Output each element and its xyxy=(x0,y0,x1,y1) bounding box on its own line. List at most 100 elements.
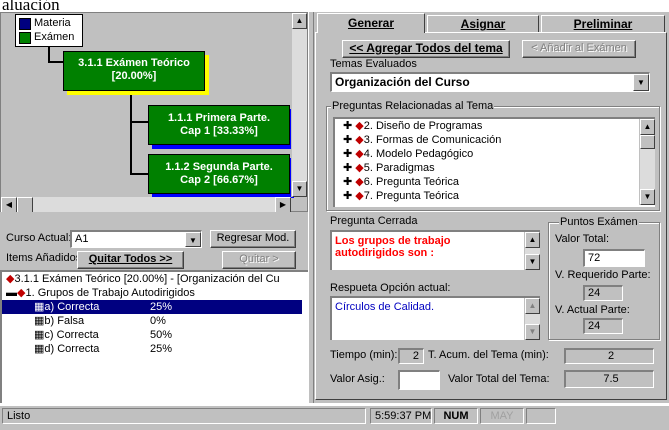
respuesta-vscrollbar[interactable]: ▲ ▼ xyxy=(524,298,540,340)
valor-total-field[interactable]: 72 xyxy=(583,249,645,267)
answer-icon: ▦ xyxy=(34,301,45,313)
curso-label: Curso Actual: xyxy=(6,232,72,244)
respuesta-label: Respueta Opción actual: xyxy=(330,282,451,294)
puntos-group: Puntos Exámen Valor Total: 72 V. Requeri… xyxy=(548,216,660,340)
scroll-up-icon[interactable]: ▲ xyxy=(640,119,655,135)
answer-pct: 25% xyxy=(150,301,173,313)
tree-node-child2-line1: 1.1.2 Segunda Parte. xyxy=(165,161,273,173)
list-item-answer[interactable]: ▦d) Correcta 25% xyxy=(2,342,308,356)
tab-generar-label: Generar xyxy=(347,16,395,30)
list-item[interactable]: ✚ ◆3. Formas de Comunicación xyxy=(335,133,655,147)
vscroll-thumb[interactable] xyxy=(640,135,655,149)
items-list[interactable]: ◆3.1.1 Exámen Teórico [20.00%] - [Organi… xyxy=(0,270,308,403)
expand-icon: ✚ xyxy=(343,162,353,174)
pregunta-label: 5. Paradigmas xyxy=(363,162,435,174)
curso-value: A1 xyxy=(75,233,89,245)
t-acum-label: T. Acum. del Tema (min): xyxy=(428,349,549,361)
regresar-button[interactable]: Regresar Mod. xyxy=(210,230,296,248)
chevron-down-icon[interactable]: ▼ xyxy=(185,232,201,247)
list-item-answer[interactable]: ▦a) Correcta 25% xyxy=(2,300,302,314)
t-acum-field: 2 xyxy=(564,348,654,364)
tiempo-label: Tiempo (min): xyxy=(330,349,398,361)
list-item-header-text: 3.1.1 Exámen Teórico [20.00%] - [Organiz… xyxy=(14,273,280,285)
list-item[interactable]: ✚ ◆4. Modelo Pedagógico xyxy=(335,147,655,161)
temas-label: Temas Evaluados xyxy=(330,58,417,70)
v-actual-field: 24 xyxy=(583,318,623,334)
pregunta-label: 7. Pregunta Teórica xyxy=(363,190,459,202)
diamond-icon: ◆ xyxy=(355,120,364,132)
tree-node-child2[interactable]: 1.1.2 Segunda Parte. Cap 2 [66.67%] xyxy=(148,154,290,194)
list-item-answer[interactable]: ▦b) Falsa 0% xyxy=(2,314,308,328)
list-item[interactable]: ✚ ◆2. Diseño de Programas xyxy=(335,119,655,133)
preguntas-group-title: Preguntas Relacionadas al Tema xyxy=(331,100,495,112)
chevron-down-icon[interactable]: ▼ xyxy=(633,74,649,91)
answer-pct: 25% xyxy=(150,343,173,355)
pregunta-vscrollbar[interactable]: ▲ ▼ xyxy=(524,232,540,270)
valor-asig-label: Valor Asig.: xyxy=(330,373,385,385)
diamond-icon: ◆ xyxy=(355,148,364,160)
tree-node-root-line1: 3.1.1 Exámen Teórico xyxy=(78,57,190,69)
list-item-answer[interactable]: ▦c) Correcta 50% xyxy=(2,328,308,342)
tree-node-child2-line2: Cap 2 [66.67%] xyxy=(180,174,258,186)
status-num: NUM xyxy=(434,408,478,424)
legend-examen-label: Exámen xyxy=(34,31,75,43)
connector xyxy=(130,91,132,174)
curso-select[interactable]: A1 ▼ xyxy=(70,230,202,248)
list-item-header[interactable]: ◆3.1.1 Exámen Teórico [20.00%] - [Organi… xyxy=(2,272,308,286)
valor-total-tema-label: Valor Total del Tema: xyxy=(448,373,550,385)
tab-asignar[interactable]: Asignar xyxy=(427,15,539,32)
scroll-down-icon[interactable]: ▼ xyxy=(525,254,540,270)
temas-select[interactable]: Organización del Curso ▼ xyxy=(330,72,650,92)
quitar-todos-button[interactable]: Quitar Todos >> xyxy=(77,251,184,269)
respuesta-text: Círculos de Calidad. xyxy=(335,301,435,313)
tab-generar[interactable]: Generar xyxy=(317,13,425,33)
scroll-left-icon[interactable]: ◀ xyxy=(1,197,17,213)
items-label: Items Añadidos: xyxy=(6,252,85,264)
answer-label: d) Correcta xyxy=(44,343,100,355)
tree-vscrollbar[interactable]: ▲ ▼ xyxy=(291,13,307,197)
answer-icon: ▦ xyxy=(34,329,45,341)
scroll-down-icon[interactable]: ▼ xyxy=(292,181,307,197)
respuesta-box[interactable]: Círculos de Calidad. ▲ ▼ xyxy=(330,296,540,340)
list-item-question-text: 1. Grupos de Trabajo Autodirigidos xyxy=(25,287,195,299)
v-requerido-label: V. Requerido Parte: xyxy=(555,269,651,281)
connector xyxy=(48,61,64,63)
pregunta-label: 4. Modelo Pedagógico xyxy=(363,148,474,160)
agregar-todos-button[interactable]: << Agregar Todos del tema xyxy=(342,40,510,58)
preguntas-list[interactable]: ✚ ◆2. Diseño de Programas ✚ ◆3. Formas d… xyxy=(333,117,655,207)
right-panel: Generar Asignar Preliminar << Agregar To… xyxy=(314,12,669,403)
status-bar: Listo 5:59:37 PM NUM MAY xyxy=(0,405,669,430)
pregunta-label: 2. Diseño de Programas xyxy=(363,120,483,132)
temas-value: Organización del Curso xyxy=(335,75,470,89)
list-item[interactable]: ✚ ◆7. Pregunta Teórica xyxy=(335,189,655,203)
anadir-button[interactable]: < Añadir al Exámen xyxy=(522,40,636,58)
list-item-question[interactable]: ▬◆1. Grupos de Trabajo Autodirigidos xyxy=(2,286,308,300)
tab-preliminar-label: Preliminar xyxy=(573,17,633,31)
puntos-group-title: Puntos Exámen xyxy=(559,216,639,228)
valor-asig-input[interactable] xyxy=(398,370,440,390)
scroll-down-icon[interactable]: ▼ xyxy=(640,189,655,205)
scroll-right-icon[interactable]: ▶ xyxy=(275,197,291,213)
diamond-icon: ◆ xyxy=(355,190,364,202)
quitar-button[interactable]: Quitar > xyxy=(222,251,296,269)
pregunta-cerrada-label: Pregunta Cerrada xyxy=(330,215,418,227)
answer-icon: ▦ xyxy=(34,315,45,327)
tree-node-child1[interactable]: 1.1.1 Primera Parte. Cap 1 [33.33%] xyxy=(148,105,290,145)
scroll-up-icon[interactable]: ▲ xyxy=(525,298,540,314)
scroll-up-icon[interactable]: ▲ xyxy=(525,232,540,248)
valor-total-label: Valor Total: xyxy=(555,233,610,245)
diamond-icon: ◆ xyxy=(355,134,364,146)
connector xyxy=(130,121,148,123)
tree-hscrollbar[interactable]: ◀ ▶ xyxy=(1,197,291,213)
scroll-down-icon[interactable]: ▼ xyxy=(525,324,540,340)
list-item[interactable]: ✚ ◆6. Pregunta Teórica xyxy=(335,175,655,189)
scroll-up-icon[interactable]: ▲ xyxy=(292,13,307,29)
expand-icon: ✚ xyxy=(343,190,353,202)
tab-preliminar[interactable]: Preliminar xyxy=(541,15,665,32)
hscroll-thumb[interactable] xyxy=(17,197,33,213)
preguntas-vscrollbar[interactable]: ▲ ▼ xyxy=(639,119,655,205)
pregunta-cerrada-box[interactable]: Los grupos de trabajo autodirigidos son … xyxy=(330,230,540,270)
tree-node-root[interactable]: 3.1.1 Exámen Teórico [20.00%] xyxy=(63,51,205,91)
list-item[interactable]: ✚ ◆5. Paradigmas xyxy=(335,161,655,175)
status-empty xyxy=(526,408,556,424)
